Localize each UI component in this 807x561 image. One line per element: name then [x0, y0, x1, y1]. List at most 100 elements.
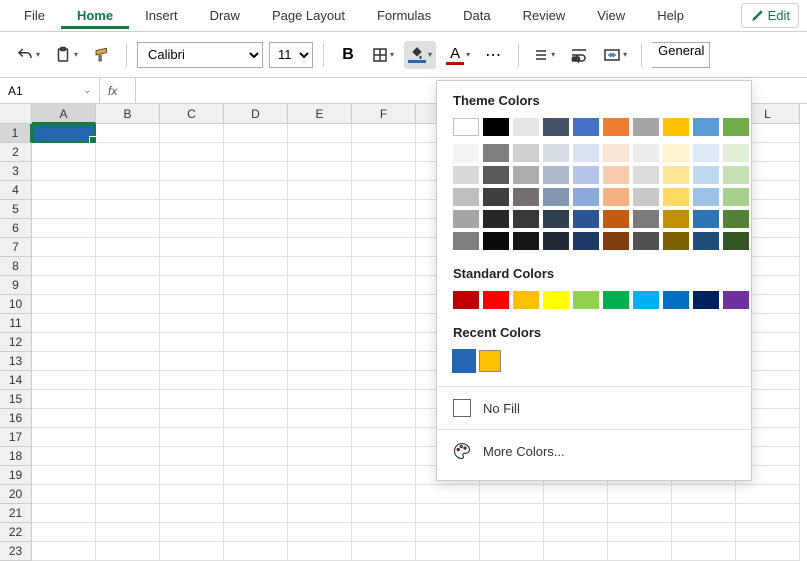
cell-D21[interactable] — [224, 504, 288, 523]
cell-F15[interactable] — [352, 390, 416, 409]
cell-E21[interactable] — [288, 504, 352, 523]
cell-A5[interactable] — [32, 200, 96, 219]
name-box[interactable]: A1 ⌄ — [0, 78, 100, 103]
format-painter-button[interactable] — [88, 41, 116, 69]
cell-E20[interactable] — [288, 485, 352, 504]
tab-draw[interactable]: Draw — [194, 2, 256, 29]
align-button[interactable]: ▾ — [529, 41, 559, 69]
cell-J22[interactable] — [608, 523, 672, 542]
color-swatch[interactable] — [663, 210, 689, 228]
color-swatch[interactable] — [543, 188, 569, 206]
color-swatch[interactable] — [633, 188, 659, 206]
row-header-17[interactable]: 17 — [0, 428, 32, 447]
row-header-14[interactable]: 14 — [0, 371, 32, 390]
cell-D9[interactable] — [224, 276, 288, 295]
color-swatch[interactable] — [483, 188, 509, 206]
color-swatch[interactable] — [663, 118, 689, 136]
cell-A22[interactable] — [32, 523, 96, 542]
cell-D15[interactable] — [224, 390, 288, 409]
color-swatch[interactable] — [483, 118, 509, 136]
cell-E19[interactable] — [288, 466, 352, 485]
cell-H21[interactable] — [480, 504, 544, 523]
row-header-7[interactable]: 7 — [0, 238, 32, 257]
color-swatch[interactable] — [483, 144, 509, 162]
cell-E12[interactable] — [288, 333, 352, 352]
cell-B7[interactable] — [96, 238, 160, 257]
cell-B6[interactable] — [96, 219, 160, 238]
color-swatch[interactable] — [543, 166, 569, 184]
cell-B21[interactable] — [96, 504, 160, 523]
color-swatch[interactable] — [453, 188, 479, 206]
color-swatch[interactable] — [453, 232, 479, 250]
color-swatch[interactable] — [543, 291, 569, 309]
cell-L22[interactable] — [736, 523, 800, 542]
color-swatch[interactable] — [513, 144, 539, 162]
color-swatch[interactable] — [513, 232, 539, 250]
color-swatch[interactable] — [723, 118, 749, 136]
cell-D7[interactable] — [224, 238, 288, 257]
cell-E17[interactable] — [288, 428, 352, 447]
cell-E5[interactable] — [288, 200, 352, 219]
tab-help[interactable]: Help — [641, 2, 700, 29]
cell-F16[interactable] — [352, 409, 416, 428]
color-swatch[interactable] — [603, 291, 629, 309]
color-swatch[interactable] — [723, 166, 749, 184]
cell-B12[interactable] — [96, 333, 160, 352]
cell-B23[interactable] — [96, 542, 160, 561]
cell-C4[interactable] — [160, 181, 224, 200]
row-header-18[interactable]: 18 — [0, 447, 32, 466]
cell-E11[interactable] — [288, 314, 352, 333]
cell-F22[interactable] — [352, 523, 416, 542]
cell-F5[interactable] — [352, 200, 416, 219]
cell-E14[interactable] — [288, 371, 352, 390]
editing-button[interactable]: Edit — [741, 3, 799, 28]
cell-E7[interactable] — [288, 238, 352, 257]
cell-K23[interactable] — [672, 542, 736, 561]
color-swatch[interactable] — [633, 118, 659, 136]
cell-F18[interactable] — [352, 447, 416, 466]
cell-E1[interactable] — [288, 124, 352, 143]
cell-D12[interactable] — [224, 333, 288, 352]
color-swatch[interactable] — [633, 166, 659, 184]
number-format-select[interactable]: General — [652, 42, 710, 68]
cell-A6[interactable] — [32, 219, 96, 238]
row-header-4[interactable]: 4 — [0, 181, 32, 200]
cell-E22[interactable] — [288, 523, 352, 542]
color-swatch[interactable] — [603, 188, 629, 206]
color-swatch[interactable] — [603, 210, 629, 228]
row-header-2[interactable]: 2 — [0, 143, 32, 162]
cell-D11[interactable] — [224, 314, 288, 333]
cell-B8[interactable] — [96, 257, 160, 276]
tab-insert[interactable]: Insert — [129, 2, 194, 29]
cell-B2[interactable] — [96, 143, 160, 162]
cell-I21[interactable] — [544, 504, 608, 523]
cell-C14[interactable] — [160, 371, 224, 390]
wrap-text-button[interactable]: ab — [565, 41, 593, 69]
cell-C15[interactable] — [160, 390, 224, 409]
cell-B3[interactable] — [96, 162, 160, 181]
cell-C12[interactable] — [160, 333, 224, 352]
cell-F17[interactable] — [352, 428, 416, 447]
color-swatch[interactable] — [663, 144, 689, 162]
cell-L20[interactable] — [736, 485, 800, 504]
cell-C3[interactable] — [160, 162, 224, 181]
cell-F6[interactable] — [352, 219, 416, 238]
color-swatch[interactable] — [543, 118, 569, 136]
color-swatch[interactable] — [513, 210, 539, 228]
cell-B10[interactable] — [96, 295, 160, 314]
cell-B22[interactable] — [96, 523, 160, 542]
cell-J21[interactable] — [608, 504, 672, 523]
color-swatch[interactable] — [483, 210, 509, 228]
color-swatch[interactable] — [603, 166, 629, 184]
cell-B14[interactable] — [96, 371, 160, 390]
cell-D19[interactable] — [224, 466, 288, 485]
cell-B5[interactable] — [96, 200, 160, 219]
cell-C21[interactable] — [160, 504, 224, 523]
cell-D4[interactable] — [224, 181, 288, 200]
cell-F9[interactable] — [352, 276, 416, 295]
row-header-3[interactable]: 3 — [0, 162, 32, 181]
color-swatch[interactable] — [543, 210, 569, 228]
color-swatch[interactable] — [483, 291, 509, 309]
color-swatch[interactable] — [633, 210, 659, 228]
color-swatch[interactable] — [723, 232, 749, 250]
